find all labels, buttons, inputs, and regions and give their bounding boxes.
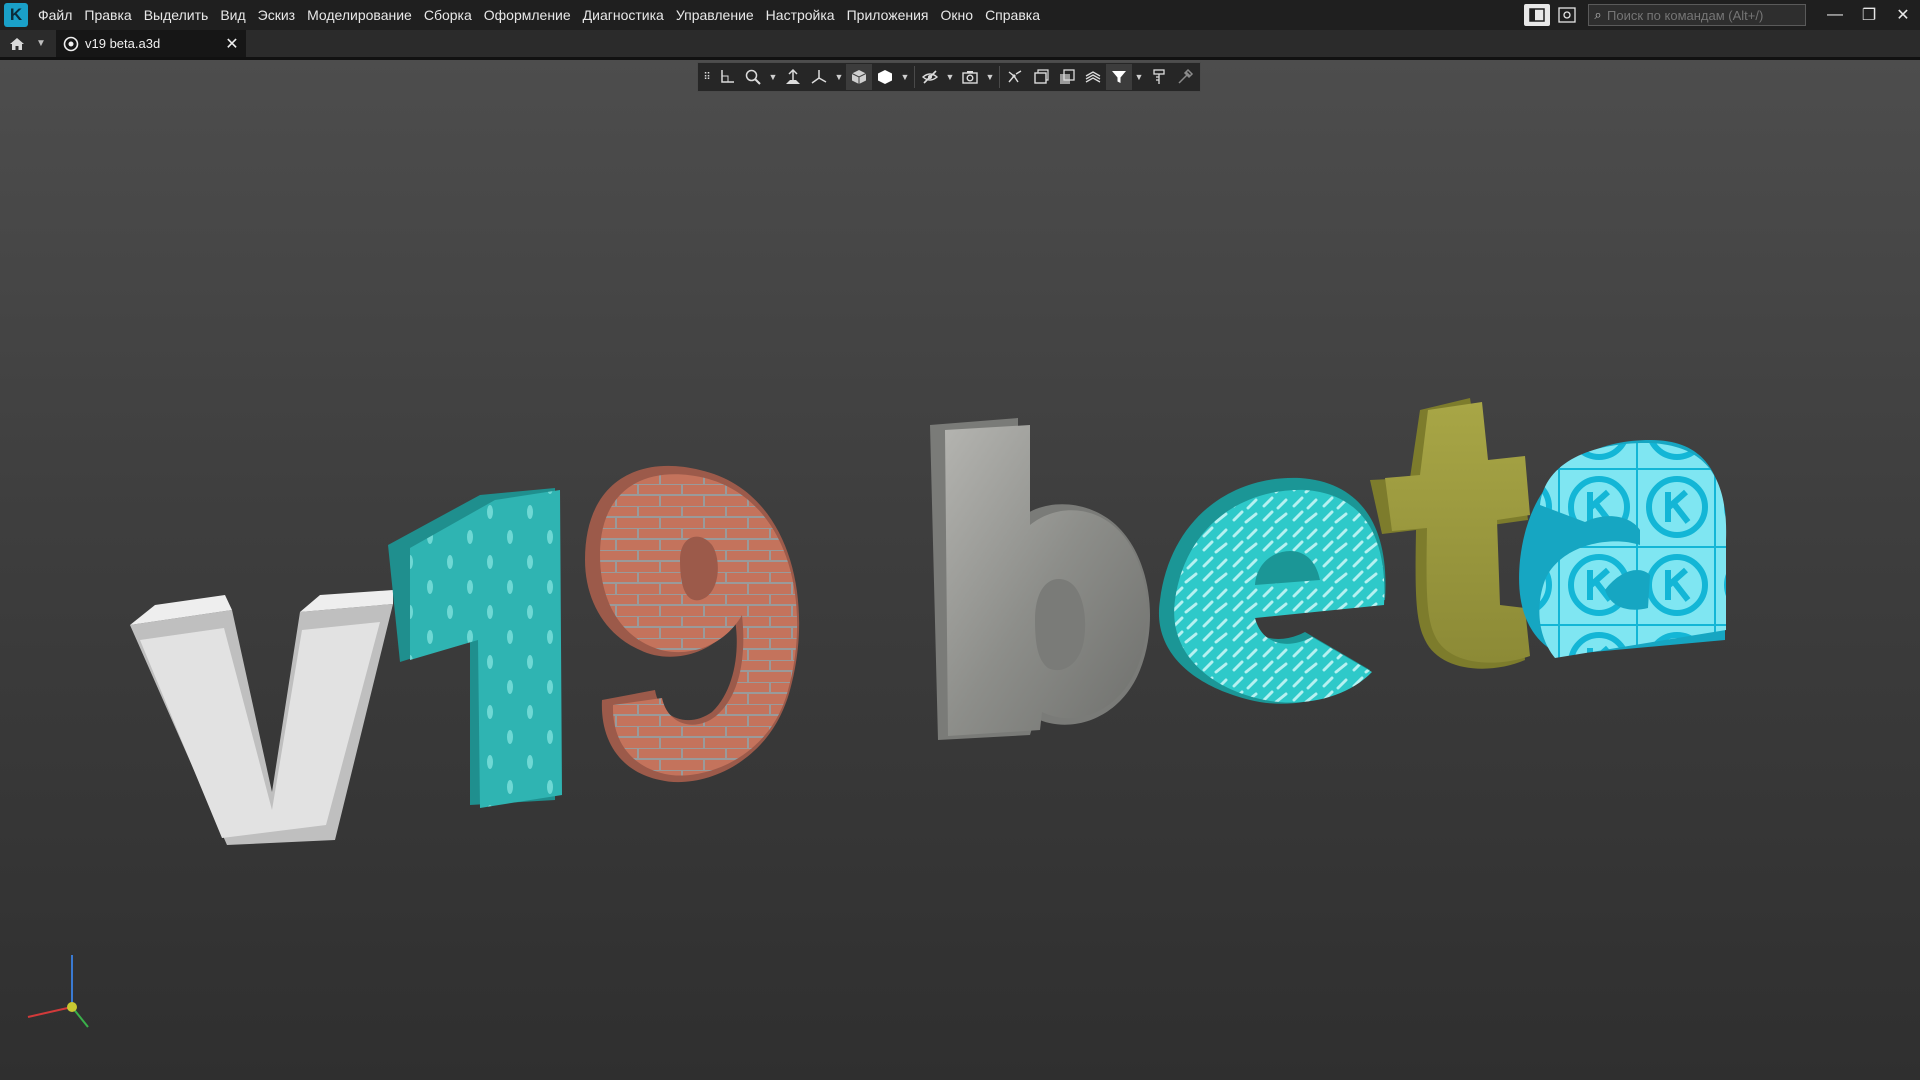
menu-item[interactable]: Вид [214,0,251,30]
zoom-icon[interactable] [740,64,766,90]
chevron-down-icon[interactable]: ▼ [943,64,957,90]
view-toolbar: ⠿ ▼ ▼ ▼ ▼ ▼ ▼ [697,62,1201,92]
menu-item[interactable]: Моделирование [301,0,418,30]
settings-window-icon[interactable] [1554,4,1580,26]
display-style-icon[interactable] [872,64,898,90]
menu-item[interactable]: Справка [979,0,1046,30]
command-search-input[interactable] [1607,7,1797,23]
close-button[interactable]: ✕ [1886,0,1920,30]
close-icon[interactable]: ✕ [224,34,240,54]
3d-viewport[interactable] [0,60,1920,1080]
toolbar-separator [914,66,915,88]
chevron-down-icon[interactable]: ▼ [832,64,846,90]
menu-item[interactable]: Окно [935,0,980,30]
x-axis [27,1006,73,1018]
trimetric-icon[interactable] [806,64,832,90]
menu-item[interactable]: Эскиз [252,0,301,30]
measure-icon[interactable] [1146,64,1172,90]
orient-icon[interactable] [780,64,806,90]
menu-bar: K Файл Правка Выделить Вид Эскиз Моделировани… [0,0,1920,30]
layers-icon[interactable] [1054,64,1080,90]
menu-item[interactable]: Приложения [841,0,935,30]
chevron-down-icon[interactable]: ▼ [983,64,997,90]
app-logo[interactable]: K [4,3,28,27]
filter-icon[interactable] [1106,64,1132,90]
command-search[interactable]: ⌕ [1588,4,1806,26]
section-icon[interactable] [1002,64,1028,90]
menu-item[interactable]: Правка [78,0,137,30]
chevron-down-icon[interactable]: ▼ [1132,64,1146,90]
view-plane-icon[interactable] [1028,64,1054,90]
triad-origin [67,1002,77,1012]
coordinate-system-icon[interactable] [714,64,740,90]
menu-item[interactable]: Диагностика [577,0,670,30]
main-menu: Файл Правка Выделить Вид Эскиз Моделирование С… [32,0,1046,30]
minimize-button[interactable]: — [1818,0,1852,30]
home-icon[interactable] [2,32,32,56]
chevron-down-icon[interactable]: ▼ [898,64,912,90]
menu-item[interactable]: Настройка [760,0,841,30]
chevron-down-icon[interactable]: ▼ [766,64,780,90]
search-icon: ⌕ [1594,7,1602,22]
axis-triad [27,955,89,1028]
pipette-icon[interactable] [1172,64,1198,90]
panel-toggle-icon[interactable] [1524,4,1550,26]
toolbar-separator [999,66,1000,88]
menu-item[interactable]: Сборка [418,0,478,30]
menu-item[interactable]: Выделить [138,0,215,30]
tab-label: v19 beta.a3d [85,36,161,51]
document-tab-bar: ▼ v19 beta.a3d ✕ [0,30,1920,60]
stack-icon[interactable] [1080,64,1106,90]
menu-item[interactable]: Оформление [478,0,577,30]
camera-icon[interactable] [957,64,983,90]
restore-button[interactable]: ❐ [1852,0,1886,30]
grip-icon[interactable]: ⠿ [700,64,714,90]
shaded-cube-icon[interactable] [846,64,872,90]
menu-item[interactable]: Управление [670,0,760,30]
assembly-file-icon [62,35,80,53]
menu-right-area: ⌕ — ❐ ✕ [1524,0,1920,30]
chevron-down-icon[interactable]: ▼ [32,32,50,56]
menu-item[interactable]: Файл [32,0,78,30]
hide-icon[interactable] [917,64,943,90]
tab-document[interactable]: v19 beta.a3d ✕ [56,30,246,57]
